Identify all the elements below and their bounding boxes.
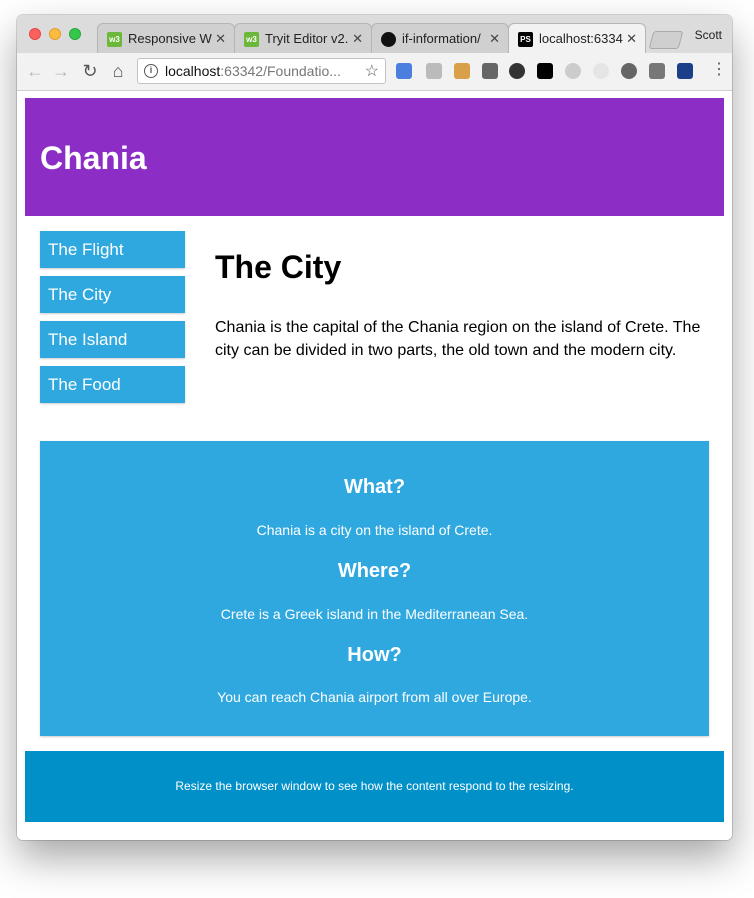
tools-extension-icon[interactable] (454, 63, 470, 79)
jetbrains-extension-icon[interactable] (537, 63, 553, 79)
menu-item-the-city[interactable]: The City (40, 276, 185, 313)
menu-item-the-flight[interactable]: The Flight (40, 231, 185, 268)
tab-strip: w3 Responsive We ✕ w3 Tryit Editor v2. ✕… (17, 15, 732, 53)
home-icon[interactable]: ⌂ (107, 60, 129, 82)
address-bar[interactable]: i localhost:63342/Foundatio... ☆ (137, 58, 386, 84)
tab-github[interactable]: if-information/ ✕ (371, 23, 509, 53)
url-host: localhost (165, 63, 221, 79)
tab-label: Tryit Editor v2. (265, 31, 349, 46)
forward-arrow-icon[interactable]: → (50, 60, 72, 82)
mail-extension-icon[interactable] (426, 63, 442, 79)
page-footer: Resize the browser window to see how the… (25, 751, 724, 822)
binary-extension-icon[interactable] (649, 63, 665, 79)
main-text: Chania is the capital of the Chania regi… (215, 319, 701, 359)
aside-heading-how: How? (347, 644, 402, 666)
aside-text-where: Crete is a Greek island in the Mediterra… (220, 606, 529, 622)
side-menu: The Flight The City The Island The Food (40, 231, 185, 411)
reload-icon[interactable]: ↻ (79, 60, 101, 82)
page-title: Chania (40, 140, 147, 176)
close-tab-icon[interactable]: ✕ (626, 24, 637, 53)
translate-extension-icon[interactable] (396, 63, 412, 79)
evernote-extension-icon[interactable] (482, 63, 498, 79)
tab-label: Responsive We (128, 31, 212, 46)
circle-extension-icon[interactable] (565, 63, 581, 79)
tab-localhost[interactable]: PS localhost:6334 ✕ (508, 23, 646, 53)
aside-box: What? Chania is a city on the island of … (40, 441, 709, 736)
tab-responsive-web[interactable]: w3 Responsive We ✕ (97, 23, 235, 53)
w3schools-favicon-icon: w3 (107, 32, 122, 47)
w3schools-favicon-icon: w3 (244, 32, 259, 47)
menu-item-the-food[interactable]: The Food (40, 366, 185, 403)
close-window-button[interactable] (29, 28, 41, 40)
main-heading: The City (215, 249, 342, 285)
page-header: Chania (25, 98, 724, 216)
info-icon[interactable]: i (144, 64, 158, 78)
web-page: Chania The Flight The City The Island Th… (17, 91, 732, 840)
back-arrow-icon[interactable]: ← (24, 60, 46, 82)
menu-item-the-island[interactable]: The Island (40, 321, 185, 358)
aside-heading-what: What? (343, 476, 406, 498)
aside-text-what: Chania is a city on the island of Crete. (256, 522, 493, 538)
github-favicon-icon (381, 32, 396, 47)
footer-text: Resize the browser window to see how the… (175, 779, 574, 793)
minimize-window-button[interactable] (49, 28, 61, 40)
browser-toolbar: ← → ↻ ⌂ i localhost:63342/Foundatio... ☆… (17, 53, 732, 91)
profile-name[interactable]: Scott (695, 28, 722, 42)
url-text[interactable]: localhost:63342/Foundatio... (165, 63, 341, 79)
gear-extension-icon[interactable] (621, 63, 637, 79)
zoom-window-button[interactable] (69, 28, 81, 40)
radar-extension-icon[interactable] (509, 63, 525, 79)
browser-menu-icon[interactable]: ⋮ (711, 61, 727, 79)
aside-text-how: You can reach Chania airport from all ov… (217, 689, 532, 705)
reload-extension-icon[interactable] (593, 63, 609, 79)
tab-tryit-editor[interactable]: w3 Tryit Editor v2. ✕ (234, 23, 372, 53)
tab-label: if-information/ (402, 31, 481, 46)
phpstorm-favicon-icon: PS (518, 32, 533, 47)
main-content: The City Chania is the capital of the Ch… (215, 249, 715, 362)
new-tab-button[interactable] (648, 31, 684, 49)
url-path: :63342/Foundatio... (220, 63, 341, 79)
bookmark-star-icon[interactable]: ☆ (365, 61, 379, 81)
browser-window: w3 Responsive We ✕ w3 Tryit Editor v2. ✕… (17, 15, 732, 840)
close-tab-icon[interactable]: ✕ (215, 24, 226, 53)
camera-extension-icon[interactable] (677, 63, 693, 79)
aside-heading-where: Where? (337, 560, 412, 582)
tab-label: localhost:6334 (539, 31, 623, 46)
close-tab-icon[interactable]: ✕ (352, 24, 363, 53)
close-tab-icon[interactable]: ✕ (489, 24, 500, 53)
